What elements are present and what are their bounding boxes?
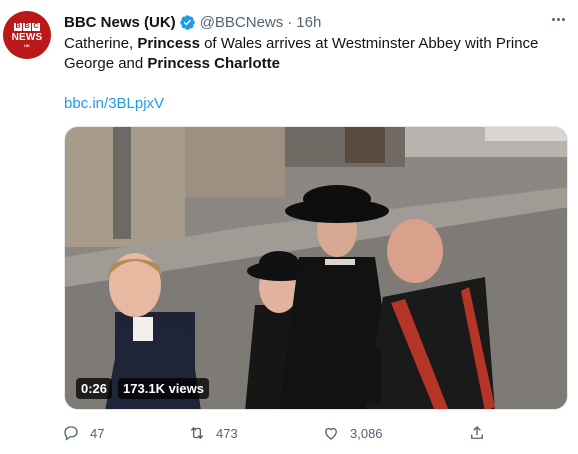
bbc-logo: B B C [14,22,40,31]
tweet-text-segment: Catherine, [64,35,138,52]
bbc-letter: B [23,22,31,31]
avatar-uk-label: UK [24,42,30,48]
tweet-link[interactable]: bbc.in/3BLpjxV [64,94,164,114]
more-dot [561,17,565,21]
avatar-news-label: NEWS [11,31,43,43]
bbc-letter: C [32,22,40,31]
video-duration: 0:26 [76,378,113,399]
like-icon [325,427,337,440]
video-views: 173.1K views [118,378,209,399]
separator-dot: · [287,13,293,31]
reply-icon [64,426,78,441]
reply-button[interactable]: 47 [62,424,104,442]
share-button[interactable] [468,424,486,442]
avatar[interactable]: B B C NEWS UK [3,11,51,59]
tweet-text-bold: Princess [137,35,200,52]
author-handle[interactable]: @BBCNews [200,14,284,31]
bbc-letter: B [14,22,22,31]
video-badge: 0:26 173.1K views [76,378,209,399]
action-bar: 47 473 3,086 [62,424,502,444]
author-name[interactable]: BBC News (UK) [64,14,176,31]
video-player[interactable] [64,126,568,410]
verified-icon [179,14,195,30]
reply-count: 47 [90,425,105,441]
more-dot [556,17,560,21]
video-thumbnail [65,127,567,409]
tweet-header: BBC News (UK) @BBCNews · 16h [64,12,558,32]
timestamp[interactable]: 16h [296,14,321,31]
more-dot [551,17,555,21]
more-icon[interactable] [548,9,568,29]
like-count: 3,086 [350,425,383,441]
retweet-count: 473 [216,425,238,441]
retweet-icon [190,426,204,440]
tweet-text: Catherine, Princess of Wales arrives at … [64,34,559,74]
share-icon [471,426,483,439]
like-button[interactable]: 3,086 [322,424,383,442]
tweet-text-bold: Princess Charlotte [147,55,280,72]
retweet-button[interactable]: 473 [188,424,238,442]
